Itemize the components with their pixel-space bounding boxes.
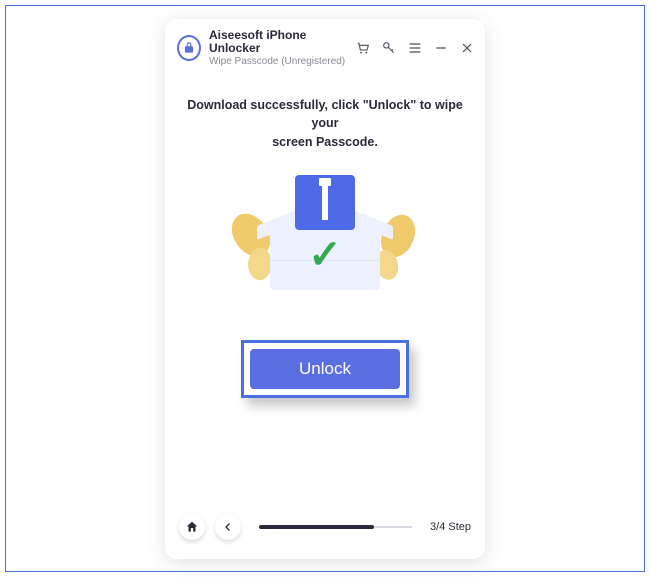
instruction-line-1: Download successfully, click "Unlock" to… <box>187 98 463 131</box>
instruction-line-2: screen Passcode. <box>272 135 378 149</box>
minimize-icon[interactable] <box>433 40 449 56</box>
zipper-icon <box>322 184 328 220</box>
window-actions <box>355 40 475 56</box>
checkmark-icon: ✓ <box>308 232 342 278</box>
key-icon[interactable] <box>381 40 397 56</box>
app-identity: Aiseesoft iPhone Unlocker Wipe Passcode … <box>177 29 347 68</box>
unlock-button-highlight: Unlock <box>241 340 409 398</box>
footer-bar: 3/4 Step <box>165 505 485 559</box>
home-button[interactable] <box>179 514 205 540</box>
unlock-button[interactable]: Unlock <box>250 349 400 389</box>
main-content: Download successfully, click "Unlock" to… <box>165 74 485 505</box>
firmware-package <box>295 175 355 230</box>
download-illustration: ✓ <box>230 170 420 300</box>
lock-icon <box>177 35 201 61</box>
titlebar: Aiseesoft iPhone Unlocker Wipe Passcode … <box>165 19 485 74</box>
close-icon[interactable] <box>459 40 475 56</box>
screenshot-frame: Aiseesoft iPhone Unlocker Wipe Passcode … <box>5 5 645 572</box>
home-icon <box>185 520 199 534</box>
step-label: 3/4 Step <box>430 521 471 533</box>
step-progress-fill <box>259 525 374 529</box>
back-button[interactable] <box>215 514 241 540</box>
step-progress-bar <box>259 526 412 528</box>
app-title: Aiseesoft iPhone Unlocker <box>209 29 347 57</box>
back-icon <box>222 521 234 533</box>
app-window: Aiseesoft iPhone Unlocker Wipe Passcode … <box>165 19 485 559</box>
instruction-text: Download successfully, click "Unlock" to… <box>183 96 467 152</box>
app-subtitle: Wipe Passcode (Unregistered) <box>209 56 347 68</box>
menu-icon[interactable] <box>407 40 423 56</box>
cart-icon[interactable] <box>355 40 371 56</box>
